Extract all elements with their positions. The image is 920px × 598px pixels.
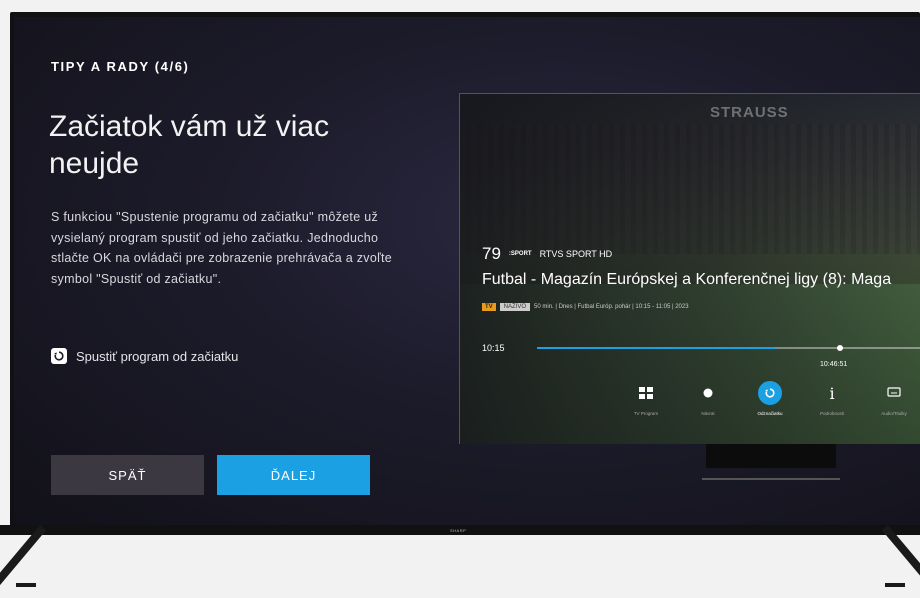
sponsor-logo: STRAUSS: [710, 104, 789, 121]
time-current: 10:46:51: [820, 361, 848, 368]
player-controls: TV Program Návrat Odznačiatku i Podrobno…: [615, 381, 920, 416]
control-label: Návrat: [701, 411, 715, 416]
timeline-knob[interactable]: [837, 345, 843, 351]
control-restart[interactable]: Odznačiatku: [739, 381, 801, 416]
control-label: Odznačiatku: [757, 411, 783, 416]
timeline[interactable]: [537, 347, 920, 349]
grid-icon: [634, 381, 658, 405]
next-button[interactable]: ĎALEJ: [217, 455, 370, 495]
player-preview: STRAUSS 79 :SPORT RTVS SPORT HD Futbal -…: [459, 93, 920, 444]
meta-text: 50 min. | Dnes | Futbal Európ. pohár | 1…: [534, 304, 689, 310]
control-label: Podrobnosti: [819, 411, 845, 416]
time-start: 10:15: [482, 343, 505, 353]
subtitles-icon: [882, 381, 906, 405]
control-label: Audio/Titulky: [881, 411, 907, 416]
control-details[interactable]: i Podrobnosti: [801, 381, 863, 417]
feature-row: Spustiť program od začiatku: [51, 348, 238, 364]
channel-name: RTVS SPORT HD: [539, 249, 613, 259]
channel-logo: :SPORT: [508, 251, 532, 257]
control-label: TV Program: [633, 411, 659, 416]
tv-tag: TV: [482, 303, 496, 311]
page-title: Začiatok vám už viac neujde: [49, 110, 330, 180]
tips-kicker: TIPY A RADY (4/6): [51, 59, 190, 74]
program-meta: TV NAŽIVO 50 min. | Dnes | Futbal Európ.…: [482, 303, 689, 311]
tv-foot-right: [885, 583, 905, 587]
control-audio-subtitles[interactable]: Audio/Titulky: [863, 381, 920, 416]
dot-icon: [696, 381, 720, 405]
tv-stand-line: [702, 478, 840, 480]
info-icon: i: [829, 383, 835, 403]
live-tag: NAŽIVO: [499, 303, 531, 311]
control-back[interactable]: Návrat: [677, 381, 739, 416]
channel-number: 79: [482, 244, 501, 263]
restart-icon: [51, 348, 67, 364]
brand-logo: SHARP: [450, 528, 467, 533]
feature-label: Spustiť program od začiatku: [76, 348, 239, 364]
restart-icon: [758, 381, 782, 405]
back-button[interactable]: SPÄŤ: [51, 455, 204, 495]
tv-foot-left: [16, 583, 36, 587]
timeline-progress: [537, 347, 776, 349]
channel-row: 79 :SPORT RTVS SPORT HD: [482, 244, 612, 264]
program-title: Futbal - Magazín Európskej a Konferenčne…: [482, 271, 892, 288]
tips-description: S funkciou "Spustenie programu od začiat…: [51, 210, 393, 286]
control-tv-program[interactable]: TV Program: [615, 381, 677, 416]
tv-stand-shadow: [706, 444, 836, 468]
